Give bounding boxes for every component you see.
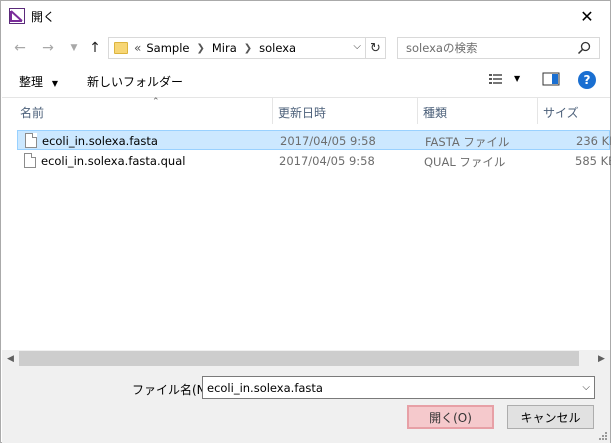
search-placeholder: solexaの検索 (406, 41, 478, 55)
open-button[interactable]: 開く(O) (407, 405, 494, 429)
chevron-down-icon: ▼ (514, 74, 521, 83)
search-icon[interactable] (577, 41, 591, 55)
breadcrumb-mira[interactable]: Mira (212, 41, 237, 55)
address-dropdown-icon[interactable]: ⌵ (353, 41, 361, 52)
organize-label: 整理 (19, 75, 44, 89)
file-type: QUAL ファイル (424, 155, 506, 169)
file-name: ecoli_in.solexa.fasta.qual (41, 154, 186, 168)
file-size: 585 KB (575, 154, 611, 168)
address-bar[interactable]: « Sample ❯ Mira ❯ solexa ⌵ (108, 37, 366, 59)
filename-input[interactable]: ecoli_in.solexa.fasta ⌵ (202, 376, 595, 399)
up-button[interactable]: ↑ (84, 37, 106, 59)
sort-ascending-icon: ⌃ (152, 97, 160, 107)
filename-value: ecoli_in.solexa.fasta (207, 381, 323, 395)
list-header: 名前 ⌃ 更新日時 種類 サイズ (2, 97, 610, 124)
breadcrumb-solexa[interactable]: solexa (259, 41, 296, 55)
column-header-modified[interactable]: 更新日時 (273, 98, 418, 124)
file-modified: 2017/04/05 9:58 (279, 154, 375, 168)
scroll-right-icon[interactable]: ▶ (593, 350, 610, 367)
chevron-down-icon: ▼ (70, 43, 78, 53)
chevron-right-icon[interactable]: ❯ (244, 43, 252, 54)
new-folder-label: 新しいフォルダー (87, 75, 184, 89)
arrow-right-icon: → (42, 40, 54, 56)
search-input[interactable]: solexaの検索 (397, 37, 600, 59)
organize-button[interactable]: 整理 ▼ (19, 73, 58, 90)
recent-locations-button[interactable]: ▼ (63, 37, 85, 59)
close-button[interactable]: ✕ (564, 1, 610, 31)
preview-pane-button[interactable] (542, 71, 560, 90)
file-size: 236 KB (576, 134, 611, 148)
file-row[interactable]: ecoli_in.solexa.fasta.qual 2017/04/05 9:… (17, 151, 611, 171)
preview-pane-icon (542, 72, 560, 86)
arrow-left-icon: ← (14, 40, 26, 56)
help-icon[interactable]: ? (578, 71, 596, 89)
chevron-right-icon[interactable]: ❯ (196, 43, 204, 54)
breadcrumb-overflow[interactable]: « (134, 41, 141, 55)
forward-button[interactable]: → (37, 37, 59, 59)
file-icon (25, 133, 37, 148)
toolbar: 整理 ▼ 新しいフォルダー ▼ ? (1, 67, 610, 95)
file-list: 名前 ⌃ 更新日時 種類 サイズ ecoli_in.solexa.fasta 2… (2, 97, 611, 371)
resize-grip-icon[interactable] (598, 431, 608, 441)
chevron-down-icon[interactable]: ⌵ (582, 382, 590, 393)
breadcrumb-sample[interactable]: Sample (146, 41, 189, 55)
horizontal-scrollbar[interactable]: ◀ ▶ (2, 350, 610, 367)
close-icon: ✕ (580, 6, 594, 26)
cancel-button[interactable]: キャンセル (507, 405, 594, 429)
back-button[interactable]: ← (9, 37, 31, 59)
column-header-type[interactable]: 種類 (418, 98, 538, 124)
arrow-up-icon: ↑ (89, 40, 101, 56)
new-folder-button[interactable]: 新しいフォルダー (87, 73, 183, 90)
window-title: 開く (31, 10, 56, 24)
file-row[interactable]: ecoli_in.solexa.fasta 2017/04/05 9:58 FA… (17, 130, 611, 150)
navigation-bar: ← → ▼ ↑ « Sample ❯ Mira ❯ solexa ⌵ ↻ sol… (1, 35, 610, 63)
file-name: ecoli_in.solexa.fasta (42, 134, 158, 148)
view-options-button[interactable]: ▼ (488, 71, 520, 90)
view-list-icon (489, 74, 502, 84)
column-header-size[interactable]: サイズ (538, 98, 610, 124)
file-modified: 2017/04/05 9:58 (280, 134, 376, 148)
open-file-dialog: 開く ✕ ← → ▼ ↑ « Sample ❯ Mira ❯ solexa ⌵ … (0, 0, 611, 443)
app-icon (9, 8, 25, 24)
chevron-down-icon: ▼ (51, 79, 58, 88)
dialog-footer: ファイル名(N): ecoli_in.solexa.fasta ⌵ 開く(O) … (2, 367, 610, 443)
refresh-icon: ↻ (370, 40, 381, 56)
refresh-button[interactable]: ↻ (366, 37, 386, 59)
column-header-name[interactable]: 名前 ⌃ (15, 97, 273, 124)
folder-icon (114, 42, 128, 54)
scroll-left-icon[interactable]: ◀ (2, 350, 19, 367)
file-icon (24, 153, 36, 168)
title-bar: 開く ✕ (1, 1, 610, 31)
file-type: FASTA ファイル (425, 135, 510, 149)
scrollbar-thumb[interactable] (19, 351, 579, 366)
